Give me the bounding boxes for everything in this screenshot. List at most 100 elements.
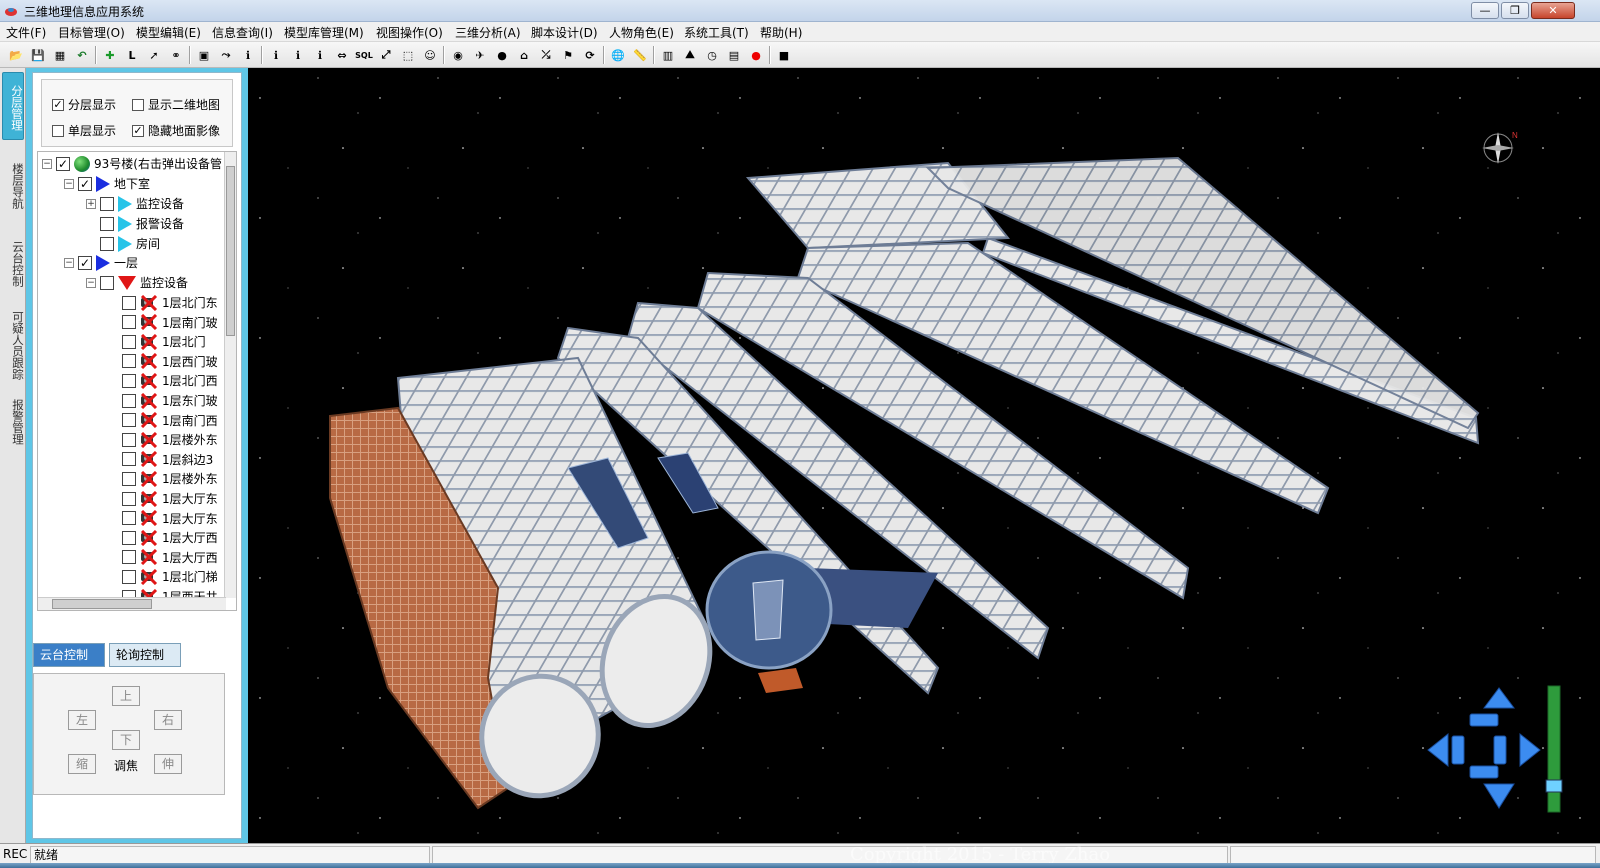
tree-row-basement-monitor[interactable]: + 监控设备 xyxy=(86,194,184,213)
record-icon[interactable]: ● xyxy=(746,45,766,65)
minimize-button[interactable]: — xyxy=(1471,2,1499,19)
single-layer-checkbox[interactable] xyxy=(52,124,64,137)
person-icon[interactable]: ☺ xyxy=(420,45,440,65)
chart-icon[interactable]: ▥ xyxy=(658,45,678,65)
building-scene[interactable]: N xyxy=(248,68,1600,843)
layers-icon[interactable]: ▦ xyxy=(50,45,70,65)
tree-checkbox[interactable] xyxy=(122,491,136,506)
tree-row-camera[interactable]: 1层西门玻 xyxy=(122,352,218,371)
tree-row-camera[interactable]: 1层大厅西 xyxy=(122,548,218,567)
menu-file[interactable]: 文件(F) xyxy=(6,24,46,41)
tree-horizontal-scrollbar[interactable] xyxy=(38,597,226,610)
tree-checkbox[interactable] xyxy=(122,393,136,408)
tree-row-camera[interactable]: 1层东门玻 xyxy=(122,391,218,410)
sphere-icon[interactable]: ● xyxy=(492,45,512,65)
vtab-suspect-tracking[interactable]: 可疑人员跟踪 xyxy=(2,302,25,388)
tree-checkbox[interactable] xyxy=(122,432,136,447)
tree-row-camera[interactable]: 1层南门玻 xyxy=(122,313,218,332)
info-icon-2[interactable]: ℹ xyxy=(266,45,286,65)
zoom-slider[interactable] xyxy=(1547,685,1561,813)
ptz-left-button[interactable]: 左 xyxy=(68,710,96,730)
scroll-thumb[interactable] xyxy=(52,599,152,609)
ptz-zoom-out-button[interactable]: 缩 xyxy=(68,754,96,774)
collapse-icon[interactable]: − xyxy=(42,158,52,169)
clock-icon[interactable]: ◷ xyxy=(702,45,722,65)
hide-ground-option[interactable]: ✓ 隐藏地面影像 xyxy=(132,122,220,139)
menu-view[interactable]: 视图操作(O) xyxy=(376,24,443,41)
tree-checkbox[interactable] xyxy=(122,471,136,486)
vtab-layer-management[interactable]: 分层管理 xyxy=(2,72,24,140)
3d-viewport[interactable]: N xyxy=(248,68,1600,843)
menu-target[interactable]: 目标管理(O) xyxy=(58,24,125,41)
tree-checkbox[interactable] xyxy=(100,236,114,251)
collapse-icon[interactable]: − xyxy=(64,178,74,189)
undo-icon[interactable]: ↶ xyxy=(72,45,92,65)
line-tool-icon[interactable]: L xyxy=(122,45,142,65)
close-button[interactable]: ✕ xyxy=(1531,2,1575,19)
tree-row-camera[interactable]: 1层北门梯 xyxy=(122,567,218,586)
tree-row-basement-alarm[interactable]: 报警设备 xyxy=(100,214,184,233)
tree-checkbox[interactable] xyxy=(122,354,136,369)
collapse-icon[interactable]: − xyxy=(64,257,74,268)
tree-checkbox[interactable] xyxy=(122,315,136,330)
tree-row-camera[interactable]: 1层北门 xyxy=(122,332,206,351)
tree-row-camera[interactable]: 1层大厅西 xyxy=(122,528,218,547)
tree-row-camera[interactable]: 1层楼外东 xyxy=(122,469,218,488)
tree-row-basement-room[interactable]: 房间 xyxy=(100,234,160,253)
tree-checkbox[interactable] xyxy=(122,569,136,584)
tree-checkbox[interactable] xyxy=(122,530,136,545)
maximize-button[interactable]: ❐ xyxy=(1501,2,1529,19)
show-2d-map-checkbox[interactable] xyxy=(132,98,144,111)
ptz-up-button[interactable]: 上 xyxy=(112,686,140,706)
tree-row-camera[interactable]: 1层大厅东 xyxy=(122,489,218,508)
save-icon[interactable]: 💾 xyxy=(28,45,48,65)
layered-display-option[interactable]: ✓ 分层显示 xyxy=(52,96,116,113)
menu-3d-analysis[interactable]: 三维分析(A) xyxy=(455,24,521,41)
eye-icon[interactable]: ◉ xyxy=(448,45,468,65)
menu-help[interactable]: 帮助(H) xyxy=(760,24,802,41)
info-icon-1[interactable]: ℹ xyxy=(238,45,258,65)
add-icon[interactable]: ✚ xyxy=(100,45,120,65)
info-icon-4[interactable]: ℹ xyxy=(310,45,330,65)
path-icon[interactable]: ⤰ xyxy=(536,45,556,65)
menu-model-library[interactable]: 模型库管理(M) xyxy=(284,24,364,41)
rotate-right-icon[interactable] xyxy=(1493,735,1507,765)
box-select-icon[interactable]: ⬚ xyxy=(398,45,418,65)
tree-row-camera[interactable]: 1层南门西 xyxy=(122,411,218,430)
tree-checkbox[interactable] xyxy=(122,373,136,388)
scroll-thumb[interactable] xyxy=(226,166,235,336)
zoom-extent-icon[interactable]: ⤢ xyxy=(376,45,396,65)
walk-icon[interactable]: ⚑ xyxy=(558,45,578,65)
open-icon[interactable]: 📂 xyxy=(6,45,26,65)
tree-checkbox[interactable]: ✓ xyxy=(78,255,92,270)
sql-icon[interactable]: SQL xyxy=(354,45,374,65)
menu-character[interactable]: 人物角色(E) xyxy=(609,24,674,41)
tree-vertical-scrollbar[interactable] xyxy=(224,152,236,598)
hide-ground-checkbox[interactable]: ✓ xyxy=(132,124,144,137)
layered-display-checkbox[interactable]: ✓ xyxy=(52,98,64,111)
vtab-floor-navigation[interactable]: 楼层导航 xyxy=(2,154,25,218)
info-icon-3[interactable]: ℹ xyxy=(288,45,308,65)
tree-checkbox[interactable] xyxy=(100,196,114,211)
zoom-in-icon[interactable] xyxy=(1469,713,1499,727)
tree-checkbox[interactable] xyxy=(122,295,136,310)
rotate-left-icon[interactable] xyxy=(1451,735,1465,765)
screen-icon[interactable]: ▤ xyxy=(724,45,744,65)
menu-model-edit[interactable]: 模型编辑(E) xyxy=(136,24,201,41)
zoom-slider-handle[interactable] xyxy=(1545,779,1563,793)
globe-icon[interactable]: 🌐 xyxy=(608,45,628,65)
ptz-right-button[interactable]: 右 xyxy=(154,710,182,730)
tab-ptz-control[interactable]: 云台控制 xyxy=(33,643,105,667)
tree-row-camera[interactable]: 1层北门西 xyxy=(122,371,218,390)
tree-checkbox[interactable] xyxy=(100,275,114,290)
link-icon[interactable]: ⚭ xyxy=(166,45,186,65)
zoom-out-icon[interactable] xyxy=(1469,765,1499,779)
tree-row-floor1[interactable]: − ✓ 一层 xyxy=(64,253,138,272)
rotate-icon[interactable]: ⟳ xyxy=(580,45,600,65)
tree-row-camera[interactable]: 1层大厅东 xyxy=(122,509,218,528)
tree-checkbox[interactable] xyxy=(122,511,136,526)
tree-row-basement[interactable]: − ✓ 地下室 xyxy=(64,174,150,193)
building-icon[interactable]: ⌂ xyxy=(514,45,534,65)
route-icon[interactable]: ⤳ xyxy=(216,45,236,65)
collapse-icon[interactable]: − xyxy=(86,277,96,288)
